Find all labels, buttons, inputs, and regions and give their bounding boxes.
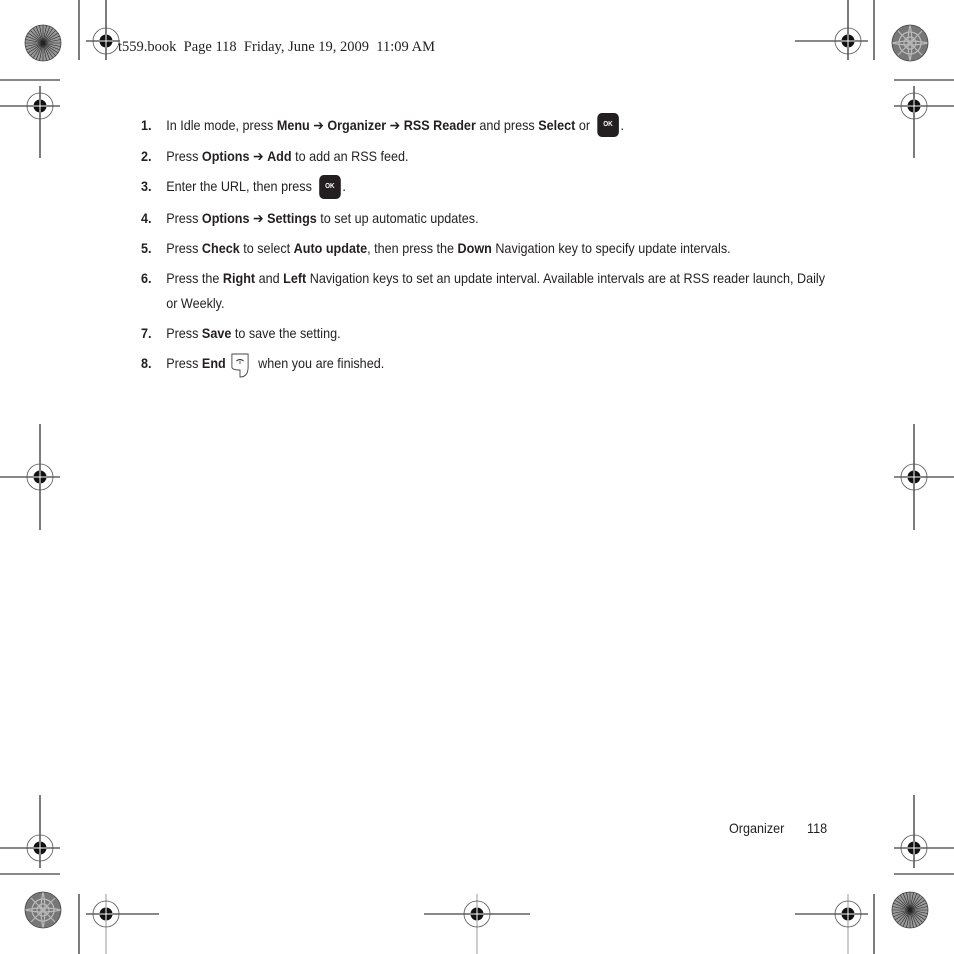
step-text: Press the bbox=[166, 269, 223, 286]
bold-term: Check bbox=[201, 239, 240, 256]
step-text: when you are finished. bbox=[258, 354, 385, 371]
step-text: or bbox=[575, 117, 594, 133]
step-text: to add an RSS feed. bbox=[291, 148, 409, 165]
step-text: to save the setting. bbox=[231, 324, 341, 341]
step-number: 1. bbox=[141, 117, 152, 133]
step-item: 7. Press Save to save the setting. bbox=[141, 321, 832, 346]
step-text: Navigation key to specify update interva… bbox=[491, 239, 731, 256]
step-number: 7. bbox=[141, 324, 152, 341]
footer-section-name: Organizer bbox=[729, 820, 785, 836]
step-text: to set up automatic updates. bbox=[316, 209, 479, 226]
step-number: 2. bbox=[141, 148, 152, 165]
color-bar-star-icon bbox=[891, 891, 929, 929]
step-number: 3. bbox=[141, 178, 152, 195]
print-slug-header: t559.book Page 118 Friday, June 19, 2009… bbox=[118, 39, 435, 55]
step-text: to select bbox=[239, 239, 294, 256]
color-bar-star-icon bbox=[24, 891, 62, 929]
step-text: Enter the URL, then press bbox=[166, 178, 316, 195]
bold-term: Organizer bbox=[327, 117, 387, 133]
step-item: 5. Press Check to select Auto update, the… bbox=[141, 236, 832, 261]
step-text: , then press the bbox=[367, 239, 458, 256]
ok-key-icon: OK bbox=[318, 174, 341, 199]
step-item: 3. Enter the URL, then press OK. bbox=[141, 174, 832, 200]
step-item: 8. Press End when you are finished. bbox=[141, 351, 832, 379]
step-text: . bbox=[620, 117, 625, 133]
bold-term: Options bbox=[201, 148, 250, 165]
step-text: Press bbox=[166, 354, 202, 371]
step-item: 6. Press the Right and Left Navigation ke… bbox=[141, 266, 832, 316]
step-text: . bbox=[342, 178, 346, 195]
bold-term: End bbox=[201, 354, 226, 371]
step-text: Press bbox=[166, 148, 202, 165]
step-number: 4. bbox=[141, 209, 152, 226]
instruction-steps: 1. In Idle mode, press Menu ➔ Organizer ➔… bbox=[141, 113, 825, 382]
bold-term: Save bbox=[201, 324, 232, 341]
color-bar-star-icon bbox=[24, 24, 62, 62]
step-item: 4. Press Options ➔ Settings to set up aut… bbox=[141, 206, 832, 231]
footer-page-number: 118 bbox=[807, 820, 828, 836]
step-text: Press bbox=[166, 239, 202, 256]
step-number: 8. bbox=[141, 354, 152, 371]
ok-key-icon: OK bbox=[597, 113, 619, 138]
step-text: In Idle mode, press bbox=[166, 117, 277, 133]
step-text: and bbox=[255, 269, 284, 286]
step-item: 2. Press Options ➔ Add to add an RSS feed… bbox=[141, 144, 832, 169]
color-bar-star-icon bbox=[891, 24, 929, 62]
step-text: ➔ bbox=[309, 117, 328, 133]
step-text: ➔ bbox=[386, 117, 404, 133]
bold-term: Down bbox=[457, 239, 492, 256]
bold-term: RSS Reader bbox=[403, 117, 476, 133]
step-text: and press bbox=[475, 117, 539, 133]
bold-term: Settings bbox=[267, 209, 317, 226]
step-text: Press bbox=[166, 209, 202, 226]
bold-term: Auto update bbox=[293, 239, 368, 256]
bold-term: Right bbox=[222, 269, 256, 286]
bold-term: Left bbox=[283, 269, 307, 286]
step-text: Press bbox=[166, 324, 202, 341]
bold-term: Add bbox=[267, 148, 292, 165]
bold-term: Options bbox=[201, 209, 250, 226]
bold-term: Menu bbox=[276, 117, 310, 133]
step-text: ➔ bbox=[249, 148, 268, 165]
step-number: 5. bbox=[141, 239, 152, 256]
bold-term: Select bbox=[538, 117, 576, 133]
step-number: 6. bbox=[141, 269, 152, 286]
end-key-icon bbox=[229, 353, 251, 379]
step-item: 1. In Idle mode, press Menu ➔ Organizer ➔… bbox=[141, 113, 832, 139]
step-text: ➔ bbox=[249, 209, 268, 226]
